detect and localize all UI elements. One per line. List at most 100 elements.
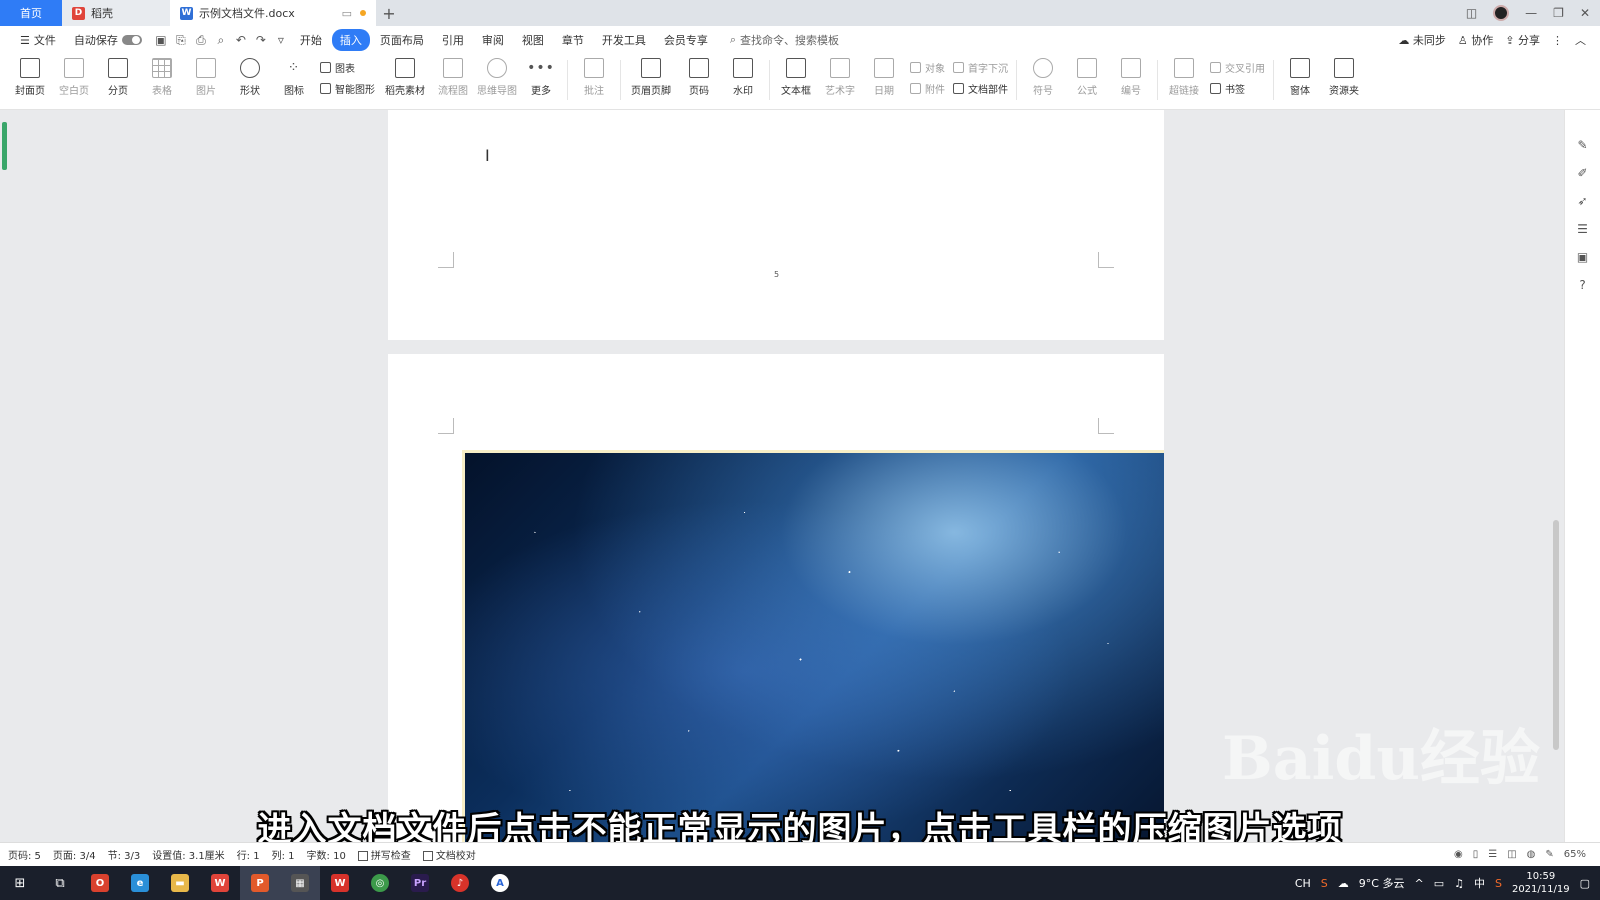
material-button[interactable]: 稻壳素材 <box>379 54 431 104</box>
pen-icon[interactable]: ✐ <box>1577 166 1587 180</box>
globe-icon[interactable]: ◍ <box>1527 849 1536 860</box>
tab-review[interactable]: 审阅 <box>474 29 512 51</box>
tab-start[interactable]: 开始 <box>292 29 330 51</box>
sogou-tray-icon[interactable]: S <box>1495 877 1502 890</box>
tab-insert[interactable]: 插入 <box>331 29 370 51</box>
header-footer-button[interactable]: 页眉页脚 <box>625 54 677 104</box>
print-preview-icon[interactable]: ⌕ <box>212 31 230 49</box>
smartart-button[interactable]: 智能图形 <box>320 81 375 96</box>
tray-expand-icon[interactable]: ^ <box>1414 877 1423 890</box>
tab-member[interactable]: 会员专享 <box>656 29 716 51</box>
collab-button[interactable]: ♙ 协作 <box>1458 32 1493 48</box>
status-col[interactable]: 列: 1 <box>272 847 295 862</box>
clock[interactable]: 10:59 2021/11/19 <box>1512 870 1570 896</box>
tab-page-layout[interactable]: 页面布局 <box>372 29 432 51</box>
wps-presentation-icon[interactable]: P <box>240 866 280 900</box>
tab-document[interactable]: W 示例文档文件.docx ▭ <box>170 0 376 26</box>
minimize-icon[interactable]: — <box>1525 6 1537 20</box>
command-search[interactable]: ⌕ 查找命令、搜索模板 <box>730 32 839 48</box>
ime-lang[interactable]: 中 <box>1474 875 1485 891</box>
status-section[interactable]: 节: 3/3 <box>108 847 141 862</box>
help-icon[interactable]: ? <box>1579 278 1585 292</box>
more-button[interactable]: ••• 更多 <box>519 54 563 104</box>
edge-app-icon[interactable]: e <box>120 866 160 900</box>
pointer-icon[interactable]: ➶ <box>1577 194 1587 208</box>
undo-icon[interactable]: ↶ <box>232 31 250 49</box>
object-button[interactable]: 对象 <box>910 60 945 75</box>
new-tab-button[interactable]: + <box>376 0 402 26</box>
chrome-icon[interactable]: ◎ <box>360 866 400 900</box>
comment-button[interactable]: 批注 <box>572 54 616 104</box>
shape-button[interactable]: 形状 <box>228 54 272 104</box>
sogou-icon[interactable]: S <box>1321 877 1328 890</box>
date-button[interactable]: 日期 <box>862 54 906 104</box>
network-icon[interactable]: ▭ <box>1434 877 1444 890</box>
bookmark-button[interactable]: 书签 <box>1210 81 1265 96</box>
document-workspace[interactable]: 5 I ✎ ✐ ➶ ☰ ▣ ? Baidu经验 进入文档文件后点击不能正常显示的… <box>0 110 1600 842</box>
avatar[interactable] <box>1493 5 1510 21</box>
share-button[interactable]: ⇪ 分享 <box>1505 32 1540 48</box>
export-icon[interactable]: ⎘ <box>172 31 190 49</box>
status-page-code[interactable]: 页码: 5 <box>8 847 41 862</box>
dropcap-button[interactable]: 首字下沉 <box>953 60 1008 75</box>
tab-references[interactable]: 引用 <box>434 29 472 51</box>
table-button[interactable]: 表格 <box>140 54 184 104</box>
numbering-button[interactable]: 编号 <box>1109 54 1153 104</box>
status-page[interactable]: 页面: 3/4 <box>53 847 96 862</box>
page-number-button[interactable]: 页码 <box>677 54 721 104</box>
volume-icon[interactable]: ♫ <box>1454 877 1464 890</box>
monitor-icon[interactable]: ▭ <box>342 7 352 20</box>
proofread-button[interactable]: 文档校对 <box>422 847 476 862</box>
cross-ref-button[interactable]: 交叉引用 <box>1210 60 1265 75</box>
image-tool-icon[interactable]: ▣ <box>1577 250 1588 264</box>
restore-icon[interactable]: ❐ <box>1553 6 1564 20</box>
page-break-button[interactable]: 分页 <box>96 54 140 104</box>
tab-view[interactable]: 视图 <box>514 29 552 51</box>
status-row[interactable]: 行: 1 <box>237 847 260 862</box>
blank-page-button[interactable]: 空白页 <box>52 54 96 104</box>
resources-button[interactable]: 资源夹 <box>1322 54 1366 104</box>
autosave-toggle[interactable]: 自动保存 <box>66 29 150 51</box>
weather-text[interactable]: 9°C 多云 <box>1359 875 1405 891</box>
collapse-ribbon-icon[interactable]: ︿ <box>1575 32 1586 48</box>
premiere-icon[interactable]: Pr <box>400 866 440 900</box>
office-app-icon[interactable]: O <box>80 866 120 900</box>
close-icon[interactable]: ✕ <box>1580 6 1590 20</box>
flowchart-button[interactable]: 流程图 <box>431 54 475 104</box>
symbol-button[interactable]: 符号 <box>1021 54 1065 104</box>
outline-view-icon[interactable]: ☰ <box>1488 849 1497 860</box>
ime-ch[interactable]: CH <box>1295 877 1311 890</box>
starry-sky-image[interactable] <box>462 450 1164 842</box>
style-icon[interactable]: ✎ <box>1577 138 1587 152</box>
notification-icon[interactable]: ▢ <box>1580 877 1590 890</box>
scrollbar-thumb[interactable] <box>1553 520 1559 750</box>
redo-icon[interactable]: ↷ <box>252 31 270 49</box>
tab-daoke[interactable]: D 稻壳 <box>62 0 170 26</box>
cover-page-button[interactable]: 封面页 <box>8 54 52 104</box>
doc-parts-button[interactable]: 文档部件 <box>953 81 1008 96</box>
print-icon[interactable]: ⎙ <box>192 31 210 49</box>
tab-home[interactable]: 首页 <box>0 0 62 26</box>
eye-icon[interactable]: ◉ <box>1454 849 1463 860</box>
document-page[interactable]: 5 <box>388 110 1164 340</box>
save-icon[interactable]: ▣ <box>152 31 170 49</box>
zoom-value[interactable]: 65% <box>1564 849 1586 860</box>
file-explorer-icon[interactable]: ▬ <box>160 866 200 900</box>
hyperlink-button[interactable]: 超链接 <box>1162 54 1206 104</box>
wps-app-icon[interactable]: W <box>200 866 240 900</box>
more-menu-icon[interactable]: ⋮ <box>1552 34 1563 47</box>
wordart-button[interactable]: 艺术字 <box>818 54 862 104</box>
web-view-icon[interactable]: ◫ <box>1507 849 1516 860</box>
icon-button[interactable]: ⁘ 图标 <box>272 54 316 104</box>
mindmap-button[interactable]: 思维导图 <box>475 54 519 104</box>
sync-button[interactable]: ☁ 未同步 <box>1398 32 1446 48</box>
settings-sliders-icon[interactable]: ☰ <box>1577 222 1588 236</box>
quick-access-dropdown-icon[interactable]: ▿ <box>272 31 290 49</box>
formula-button[interactable]: 公式 <box>1065 54 1109 104</box>
form-button[interactable]: 窗体 <box>1278 54 1322 104</box>
attachment-button[interactable]: 附件 <box>910 81 945 96</box>
windows-start-icon[interactable]: ⊞ <box>0 866 40 900</box>
task-view-icon[interactable]: ⧉ <box>40 866 80 900</box>
navigation-marker[interactable] <box>2 122 7 170</box>
picture-button[interactable]: 图片 <box>184 54 228 104</box>
